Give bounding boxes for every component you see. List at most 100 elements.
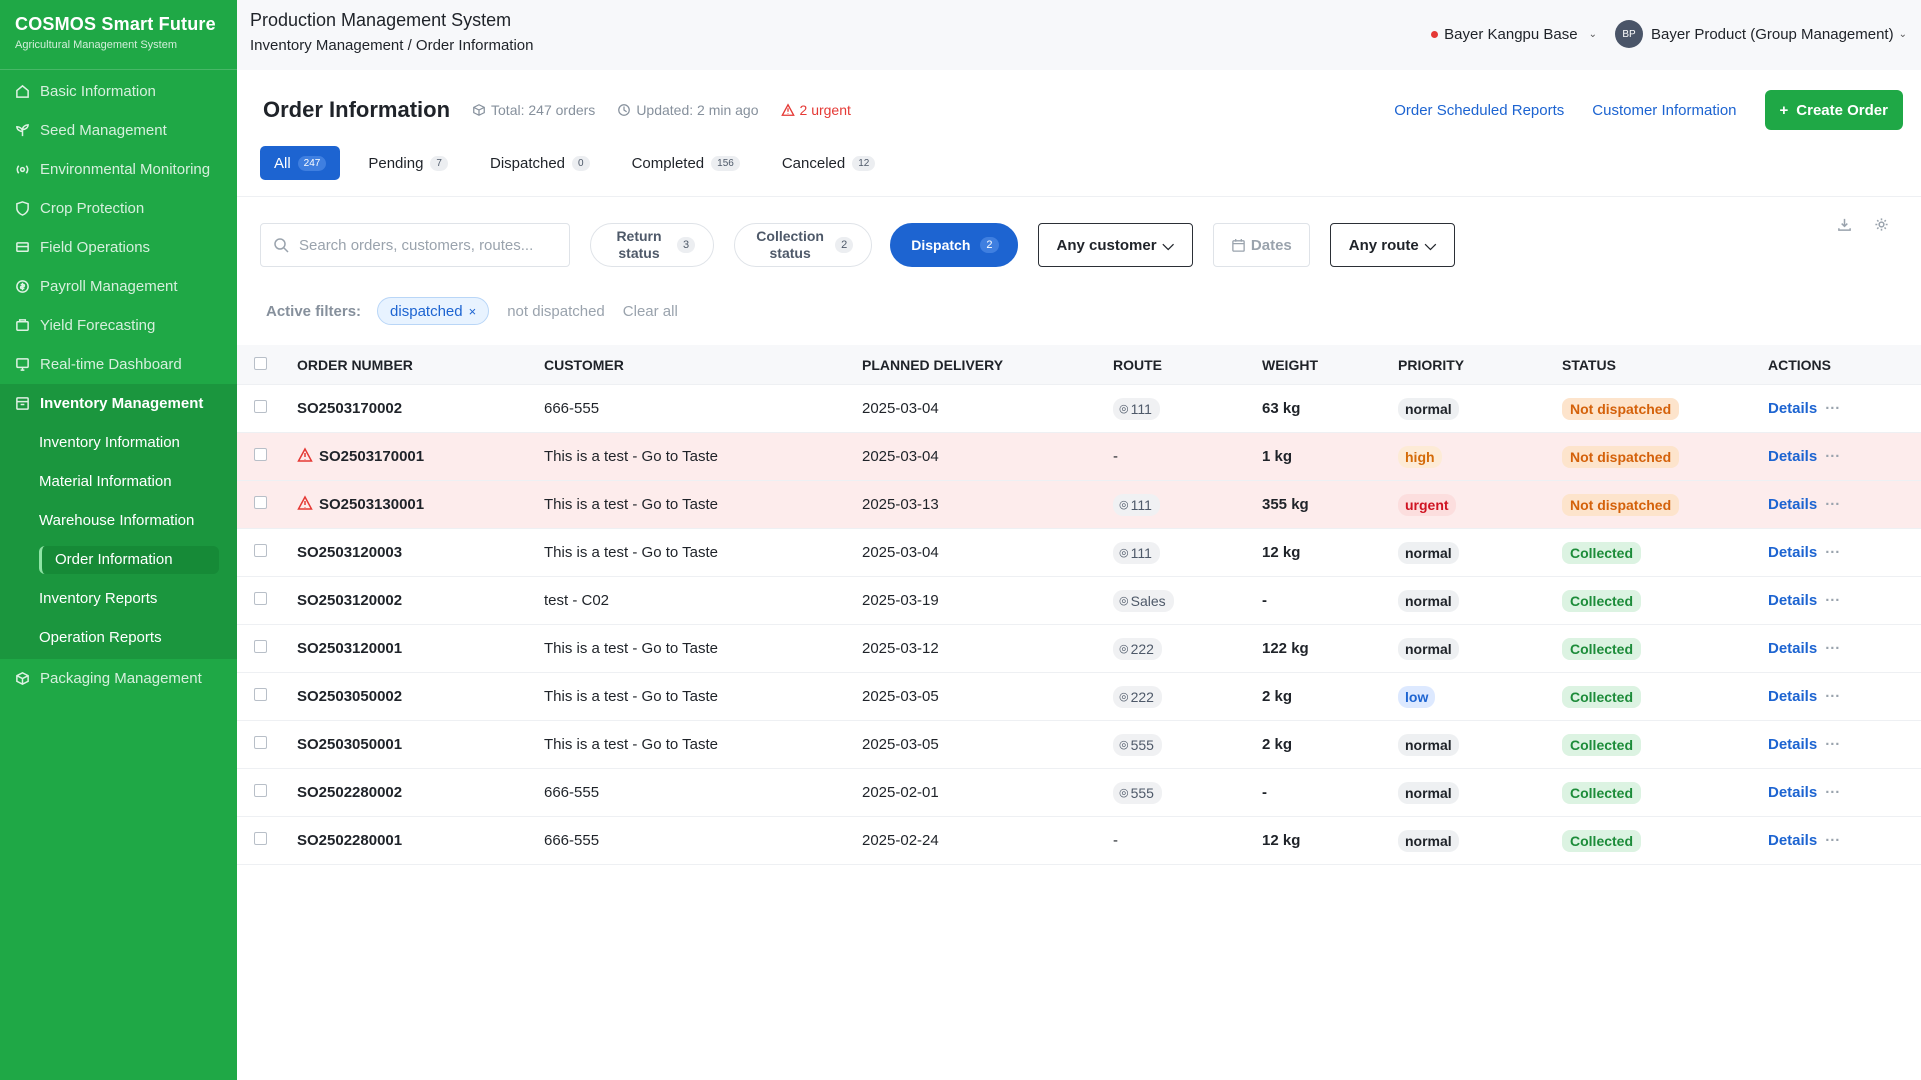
tab-canceled[interactable]: Canceled 12 — [768, 146, 890, 180]
column-header-customer[interactable]: CUSTOMER — [544, 357, 862, 373]
tab-pending[interactable]: Pending 7 — [354, 146, 462, 180]
return-status-filter[interactable]: Return status 3 — [590, 223, 715, 267]
order-number[interactable]: SO2502280002 — [297, 784, 402, 801]
row-checkbox[interactable] — [254, 448, 267, 461]
sidebar-subitem-warehouse-information[interactable]: Warehouse Information — [0, 501, 237, 540]
row-checkbox[interactable] — [254, 592, 267, 605]
filter-option-not-dispatched[interactable]: not dispatched — [507, 303, 605, 320]
more-icon[interactable]: ··· — [1825, 448, 1840, 465]
more-icon[interactable]: ··· — [1825, 592, 1840, 609]
order-number[interactable]: SO2503130001 — [319, 496, 424, 513]
settings-icon[interactable] — [1874, 217, 1889, 232]
sidebar-item-payroll-management[interactable]: Payroll Management — [0, 267, 237, 306]
search-input[interactable] — [299, 236, 549, 254]
table-row[interactable]: SO2502280001 666-555 2025-02-24 - 12 kg norma… — [237, 817, 1921, 865]
sidebar: COSMOS Smart Future Agricultural Managem… — [0, 0, 237, 1080]
order-number[interactable]: SO2503050001 — [297, 736, 402, 753]
order-scheduled-reports-link[interactable]: Order Scheduled Reports — [1394, 102, 1564, 119]
table-row[interactable]: SO2503170002 666-555 2025-03-04 ◎ 111 63 kg no… — [237, 385, 1921, 433]
column-header-priority[interactable]: PRIORITY — [1398, 357, 1562, 373]
row-checkbox[interactable] — [254, 640, 267, 653]
column-header-status[interactable]: STATUS — [1562, 357, 1768, 373]
filter-chip-dispatched[interactable]: dispatched × — [377, 297, 490, 325]
customer-dropdown[interactable]: Any customer ⌵ — [1037, 223, 1193, 267]
row-checkbox[interactable] — [254, 688, 267, 701]
close-icon[interactable]: × — [469, 304, 477, 319]
order-number[interactable]: SO2503050002 — [297, 688, 402, 705]
column-header-date[interactable]: PLANNED DELIVERY — [862, 357, 1113, 373]
details-link[interactable]: Details — [1768, 544, 1817, 561]
urgent-count[interactable]: 2 urgent — [780, 102, 851, 118]
column-header-route[interactable]: ROUTE — [1113, 357, 1262, 373]
column-header-order[interactable]: ORDER NUMBER — [297, 357, 544, 373]
dispatch-filter[interactable]: Dispatch 2 — [890, 223, 1018, 267]
details-link[interactable]: Details — [1768, 784, 1817, 801]
more-icon[interactable]: ··· — [1825, 832, 1840, 849]
user-menu[interactable]: BP Bayer Product (Group Management) ⌄ — [1614, 20, 1907, 48]
sidebar-item-inventory-management[interactable]: Inventory Management — [0, 384, 237, 423]
column-header-weight[interactable]: WEIGHT — [1262, 357, 1398, 373]
sidebar-item-basic-information[interactable]: Basic Information — [0, 72, 237, 111]
more-icon[interactable]: ··· — [1825, 736, 1840, 753]
more-icon[interactable]: ··· — [1825, 640, 1840, 657]
order-number[interactable]: SO2503120003 — [297, 544, 402, 561]
sidebar-item-crop-protection[interactable]: Crop Protection — [0, 189, 237, 228]
customer-information-link[interactable]: Customer Information — [1592, 102, 1736, 119]
tab-completed[interactable]: Completed 156 — [618, 146, 754, 180]
table-row[interactable]: SO2503050001 This is a test - Go to Taste… — [237, 721, 1921, 769]
row-checkbox[interactable] — [254, 496, 267, 509]
chevron-down-icon: ⌄ — [1588, 28, 1597, 40]
clear-all-button[interactable]: Clear all — [623, 303, 678, 320]
details-link[interactable]: Details — [1768, 400, 1817, 417]
sidebar-subitem-inventory-information[interactable]: Inventory Information — [0, 423, 237, 462]
details-link[interactable]: Details — [1768, 640, 1817, 657]
order-number[interactable]: SO2503170001 — [319, 448, 424, 465]
create-order-button[interactable]: + Create Order — [1764, 90, 1903, 130]
sidebar-item-yield-forecasting[interactable]: Yield Forecasting — [0, 306, 237, 345]
row-checkbox[interactable] — [254, 736, 267, 749]
tab-dispatched[interactable]: Dispatched 0 — [476, 146, 604, 180]
more-icon[interactable]: ··· — [1825, 544, 1840, 561]
sidebar-subitem-order-information[interactable]: Order Information — [0, 540, 237, 579]
more-icon[interactable]: ··· — [1825, 688, 1840, 705]
details-link[interactable]: Details — [1768, 832, 1817, 849]
more-icon[interactable]: ··· — [1825, 400, 1840, 417]
table-row[interactable]: SO2503120002 test - C02 2025-03-19 ◎ Sales - n… — [237, 577, 1921, 625]
more-icon[interactable]: ··· — [1825, 784, 1840, 801]
more-icon[interactable]: ··· — [1825, 496, 1840, 513]
sidebar-subitem-inventory-reports[interactable]: Inventory Reports — [0, 579, 237, 618]
dates-picker[interactable]: Dates — [1212, 223, 1310, 267]
download-icon[interactable] — [1837, 217, 1852, 232]
order-number[interactable]: SO2503120002 — [297, 592, 402, 609]
select-all-checkbox[interactable] — [254, 356, 267, 370]
table-row[interactable]: SO2503130001 This is a test - Go to Taste… — [237, 481, 1921, 529]
details-link[interactable]: Details — [1768, 688, 1817, 705]
table-row[interactable]: SO2503050002 This is a test - Go to Taste… — [237, 673, 1921, 721]
order-number[interactable]: SO2502280001 — [297, 832, 402, 849]
details-link[interactable]: Details — [1768, 448, 1817, 465]
order-number[interactable]: SO2503170002 — [297, 400, 402, 417]
sidebar-subitem-material-information[interactable]: Material Information — [0, 462, 237, 501]
table-row[interactable]: SO2502280002 666-555 2025-02-01 ◎ 555 - normal… — [237, 769, 1921, 817]
row-checkbox[interactable] — [254, 544, 267, 557]
row-checkbox[interactable] — [254, 784, 267, 797]
base-selector[interactable]: Bayer Kangpu Base ⌄ — [1431, 26, 1597, 43]
sidebar-item-field-operations[interactable]: Field Operations — [0, 228, 237, 267]
sidebar-item-seed-management[interactable]: Seed Management — [0, 111, 237, 150]
row-checkbox[interactable] — [254, 400, 267, 413]
details-link[interactable]: Details — [1768, 496, 1817, 513]
order-number[interactable]: SO2503120001 — [297, 640, 402, 657]
route-dropdown[interactable]: Any route ⌵ — [1329, 223, 1456, 267]
table-row[interactable]: SO2503120003 This is a test - Go to Taste… — [237, 529, 1921, 577]
sidebar-item-real-time-dashboard[interactable]: Real-time Dashboard — [0, 345, 237, 384]
sidebar-item-environmental-monitoring[interactable]: Environmental Monitoring — [0, 150, 237, 189]
sidebar-item-packaging-management[interactable]: Packaging Management — [0, 659, 237, 698]
details-link[interactable]: Details — [1768, 736, 1817, 753]
table-row[interactable]: SO2503170001 This is a test - Go to Taste… — [237, 433, 1921, 481]
sidebar-subitem-operation-reports[interactable]: Operation Reports — [0, 618, 237, 657]
details-link[interactable]: Details — [1768, 592, 1817, 609]
collection-status-filter[interactable]: Collection status 2 — [734, 223, 873, 267]
row-checkbox[interactable] — [254, 832, 267, 845]
table-row[interactable]: SO2503120001 This is a test - Go to Taste… — [237, 625, 1921, 673]
tab-all[interactable]: All 247 — [260, 146, 341, 180]
